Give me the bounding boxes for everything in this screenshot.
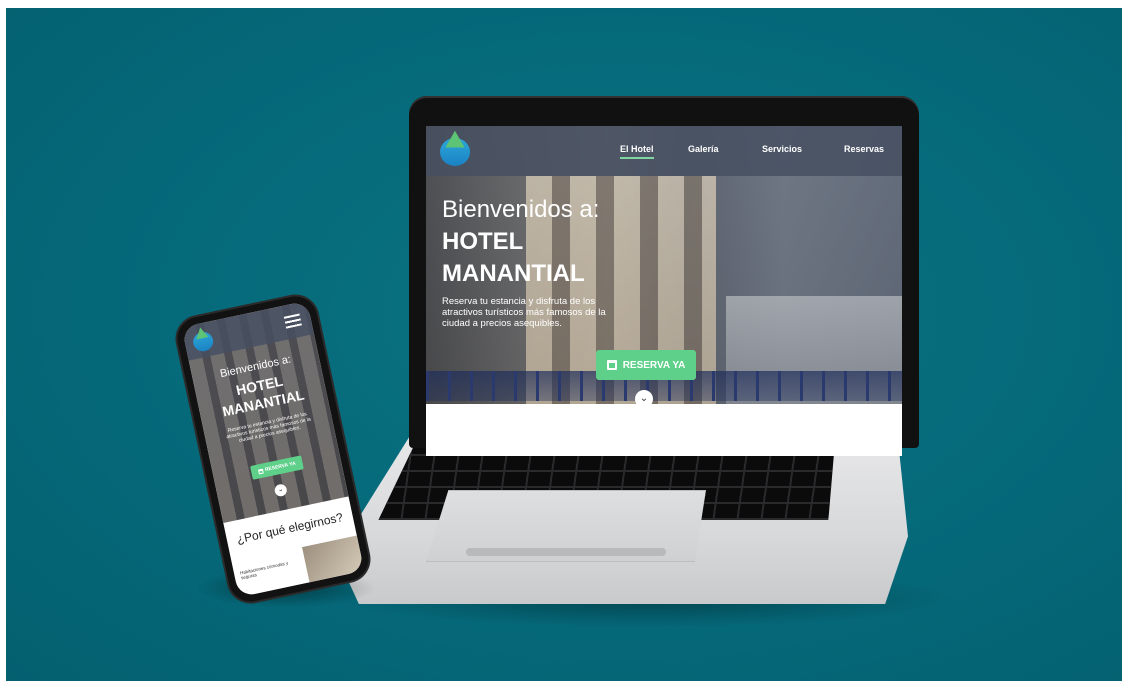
hamburger-menu-icon[interactable]: [283, 313, 302, 329]
nav-item-el-hotel[interactable]: El Hotel: [620, 144, 654, 159]
room-image: [302, 535, 365, 583]
calendar-icon: [257, 468, 264, 475]
reserva-ya-button[interactable]: RESERVA YA: [596, 350, 696, 380]
nav-item-servicios[interactable]: Servicios: [762, 144, 802, 154]
calendar-icon: [606, 360, 617, 370]
laptop-base-notch: [466, 548, 666, 556]
nav-item-galeria[interactable]: Galería: [688, 144, 719, 154]
laptop-below-fold: [426, 404, 902, 456]
hero-description: Reserva tu estancia y disfruta de los at…: [442, 296, 606, 329]
hero-welcome-text: Bienvenidos a:: [442, 196, 600, 223]
reserva-ya-label: RESERVA YA: [622, 359, 686, 371]
phone-reserva-ya-label: RESERVA YA: [264, 460, 297, 474]
hero-title-line1: HOTEL: [442, 228, 524, 255]
phone-device: Bienvenidos a: HOTEL MANANTIAL Reserva t…: [173, 292, 373, 606]
laptop-screen: El Hotel Galería Servicios Reservas Bien…: [426, 126, 902, 456]
hotel-logo-icon[interactable]: [440, 138, 470, 166]
hotel-logo-icon[interactable]: [191, 330, 215, 354]
phone-screen: Bienvenidos a: HOTEL MANANTIAL Reserva t…: [181, 300, 365, 598]
nav-item-reservas[interactable]: Reservas: [844, 144, 884, 154]
laptop-navbar: El Hotel Galería Servicios Reservas: [426, 126, 902, 176]
feature-text: Habitaciones cómodas y seguras: [239, 560, 289, 581]
mockup-scene: El Hotel Galería Servicios Reservas Bien…: [6, 8, 1122, 681]
hero-title-line2: MANANTIAL: [442, 260, 585, 287]
hero-title: HOTEL MANANTIAL: [442, 226, 642, 290]
